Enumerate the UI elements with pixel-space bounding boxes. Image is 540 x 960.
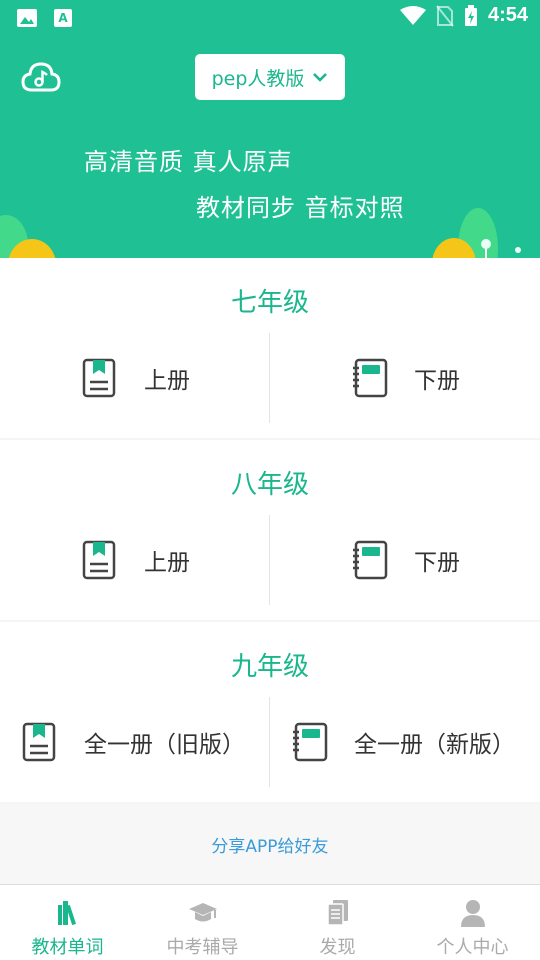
status-time: 4:54 (487, 4, 528, 26)
image-notification-icon (17, 9, 37, 27)
nav-label: 教材单词 (31, 937, 104, 958)
nav-label: 个人中心 (436, 937, 509, 958)
battery-charging-icon (464, 4, 477, 26)
book-label: 全一册（新版） (354, 732, 515, 758)
bookmark-book-icon (82, 540, 116, 580)
book-label: 上册 (144, 368, 190, 394)
decor-trees-right (432, 208, 521, 258)
text-notification-icon: A (54, 9, 72, 27)
column-divider (269, 515, 270, 605)
book-lower-volume[interactable]: 下册 (352, 358, 460, 398)
book-label: 全一册（旧版） (84, 732, 245, 758)
book-label: 下册 (414, 368, 460, 394)
nav-tab-exam-coaching[interactable]: 中考辅导 (135, 885, 270, 960)
book-upper-volume[interactable]: 上册 (82, 358, 190, 398)
svg-text:A: A (58, 11, 68, 25)
grade-title: 八年级 (230, 470, 309, 500)
decor-bushes-left (0, 215, 56, 258)
column-divider (269, 697, 270, 787)
book-label: 下册 (414, 550, 460, 576)
notebook-icon (353, 358, 388, 398)
notebook-icon (353, 540, 388, 580)
status-bar: A 4:54 (0, 0, 540, 36)
nav-tab-discover[interactable]: 发现 (270, 885, 405, 960)
notebook-icon (293, 722, 328, 762)
slogan-line-2: 教材同步 音标对照 (196, 194, 405, 222)
textbook-version-select[interactable]: pep人教版 (195, 54, 345, 100)
nav-label: 发现 (319, 937, 356, 958)
book-complete-new-edition[interactable]: 全一册（新版） (292, 722, 515, 762)
share-app-link[interactable]: 分享APP给好友 (0, 804, 540, 884)
book-complete-old-edition[interactable]: 全一册（旧版） (22, 722, 245, 762)
nav-label: 中考辅导 (166, 937, 239, 958)
book-upper-volume[interactable]: 上册 (82, 540, 190, 580)
slogan-line-1: 高清音质 真人原声 (84, 148, 293, 176)
grade-section-7: 七年级 上册 下册 (0, 258, 540, 438)
bookmark-book-icon (82, 358, 116, 398)
grade-title: 七年级 (230, 288, 309, 318)
bottom-nav: 教材单词 中考辅导 发现 个人中心 (0, 884, 540, 960)
wifi-icon (399, 5, 426, 25)
column-divider (269, 333, 270, 423)
book-lower-volume[interactable]: 下册 (352, 540, 460, 580)
no-sim-icon (436, 4, 454, 27)
graduation-cap-icon (188, 903, 217, 922)
person-icon (460, 900, 485, 927)
document-icon (326, 900, 348, 926)
chevron-down-icon (313, 73, 328, 82)
version-select-label: pep人教版 (211, 67, 305, 90)
grade-title: 九年级 (230, 652, 309, 682)
nav-tab-profile[interactable]: 个人中心 (405, 885, 540, 960)
header: A 4:54 pep人教版 高清音质 真人原声 教材同步 音标对照 (0, 0, 540, 258)
book-label: 上册 (144, 550, 190, 576)
bookmark-book-icon (22, 722, 56, 762)
grade-section-9: 九年级 全一册（旧版） 全一册（新版） (0, 622, 540, 802)
cloud-music-icon[interactable] (20, 56, 62, 98)
books-icon (57, 901, 76, 926)
nav-tab-textbook-words[interactable]: 教材单词 (0, 885, 135, 960)
grade-section-8: 八年级 上册 下册 (0, 440, 540, 620)
